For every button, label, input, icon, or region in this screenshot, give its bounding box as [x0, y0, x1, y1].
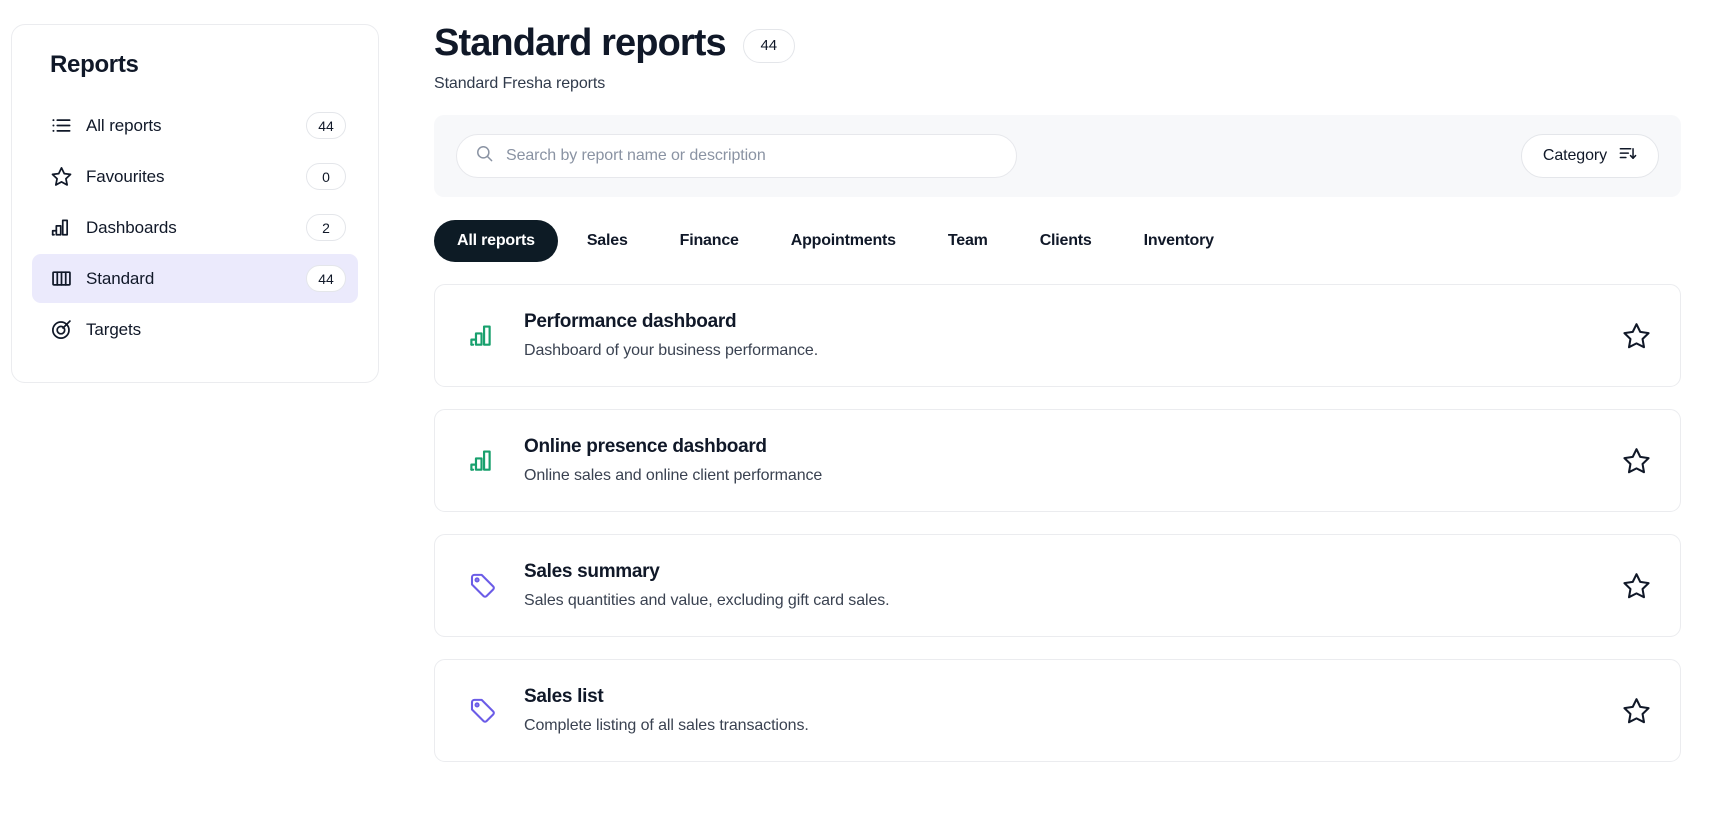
sidebar-item-badge: 2	[306, 214, 346, 241]
report-description: Online sales and online client performan…	[524, 466, 823, 484]
sidebar-item-label: Targets	[86, 319, 142, 339]
tag-icon	[467, 570, 497, 600]
tab-team[interactable]: Team	[925, 220, 1011, 262]
report-card[interactable]: Sales summary Sales quantities and value,…	[434, 533, 1681, 637]
search-input[interactable]	[506, 146, 998, 165]
favourite-star-icon[interactable]	[1619, 568, 1653, 602]
page-header: Standard reports 44	[434, 22, 1681, 64]
tag-icon	[467, 695, 497, 725]
sidebar-item-label: Dashboards	[86, 217, 177, 237]
sidebar-item-badge: 0	[306, 163, 346, 190]
sidebar-item-dashboards[interactable]: Dashboards 2	[32, 203, 358, 252]
report-card[interactable]: Online presence dashboard Online sales an…	[434, 408, 1681, 512]
category-button-label: Category	[1542, 146, 1607, 164]
favourite-star-icon[interactable]	[1619, 318, 1653, 352]
sidebar-item-badge: 44	[306, 112, 346, 139]
reports-page: Reports All reports 44 Favourites 0 Dashboar…	[0, 0, 1729, 826]
report-description: Complete listing of all sales transactio…	[524, 716, 809, 734]
columns-icon	[49, 267, 73, 291]
search-box[interactable]	[456, 133, 1017, 178]
favourite-star-icon[interactable]	[1619, 443, 1653, 477]
favourite-star-icon[interactable]	[1619, 693, 1653, 727]
sidebar-nav-list: All reports 44 Favourites 0 Dashboards 2 Stand…	[32, 101, 358, 354]
tab-all-reports[interactable]: All reports	[434, 219, 558, 262]
report-description: Sales quantities and value, excluding gi…	[524, 591, 890, 609]
sidebar-item-all-reports[interactable]: All reports 44	[32, 101, 358, 150]
sidebar-item-label: All reports	[86, 115, 162, 135]
report-name: Sales summary	[524, 560, 660, 582]
sidebar-item-label: Favourites	[86, 166, 165, 186]
tab-sales[interactable]: Sales	[564, 220, 651, 262]
report-text: Sales list Complete listing of all sales …	[524, 686, 1619, 735]
report-count-badge: 44	[742, 28, 795, 63]
page-title: Standard reports	[434, 22, 727, 64]
page-subtitle: Standard Fresha reports	[434, 74, 606, 92]
sort-descending-icon	[1618, 144, 1637, 168]
bar-chart-icon	[467, 445, 497, 475]
sidebar-item-label: Standard	[86, 268, 155, 288]
report-name: Performance dashboard	[524, 310, 737, 332]
search-icon	[475, 144, 494, 168]
sidebar-item-standard[interactable]: Standard 44	[32, 254, 358, 303]
tab-inventory[interactable]: Inventory	[1121, 220, 1237, 262]
list-icon	[49, 114, 73, 138]
report-card[interactable]: Sales list Complete listing of all sales …	[434, 658, 1681, 762]
report-card-list: Performance dashboard Dashboard of your b…	[434, 283, 1681, 762]
star-icon	[49, 165, 73, 189]
sidebar-item-favourites[interactable]: Favourites 0	[32, 152, 358, 201]
tab-appointments[interactable]: Appointments	[768, 220, 919, 262]
category-button[interactable]: Category	[1520, 133, 1659, 178]
tab-finance[interactable]: Finance	[657, 220, 762, 262]
bar-chart-icon	[467, 320, 497, 350]
target-icon	[49, 318, 73, 342]
sidebar-item-targets[interactable]: Targets	[32, 305, 358, 354]
report-card[interactable]: Performance dashboard Dashboard of your b…	[434, 283, 1681, 387]
bar-chart-icon	[49, 216, 73, 240]
tab-clients[interactable]: Clients	[1017, 220, 1115, 262]
category-tabs: All reports Sales Finance Appointments Team C…	[434, 219, 1681, 262]
reports-sidebar: Reports All reports 44 Favourites 0 Dashboar…	[11, 24, 379, 383]
sidebar-title: Reports	[50, 51, 139, 78]
report-text: Sales summary Sales quantities and value,…	[524, 561, 1619, 610]
report-name: Online presence dashboard	[524, 435, 767, 457]
search-toolbar: Category	[434, 114, 1681, 197]
sidebar-column: Reports All reports 44 Favourites 0 Dashboar…	[0, 24, 385, 826]
main-content: Standard reports 44 Standard Fresha repo…	[385, 22, 1729, 826]
report-description: Dashboard of your business performance.	[524, 341, 819, 359]
report-name: Sales list	[524, 685, 604, 707]
report-text: Performance dashboard Dashboard of your b…	[524, 311, 1619, 360]
sidebar-item-badge: 44	[306, 265, 346, 292]
report-text: Online presence dashboard Online sales an…	[524, 436, 1619, 485]
